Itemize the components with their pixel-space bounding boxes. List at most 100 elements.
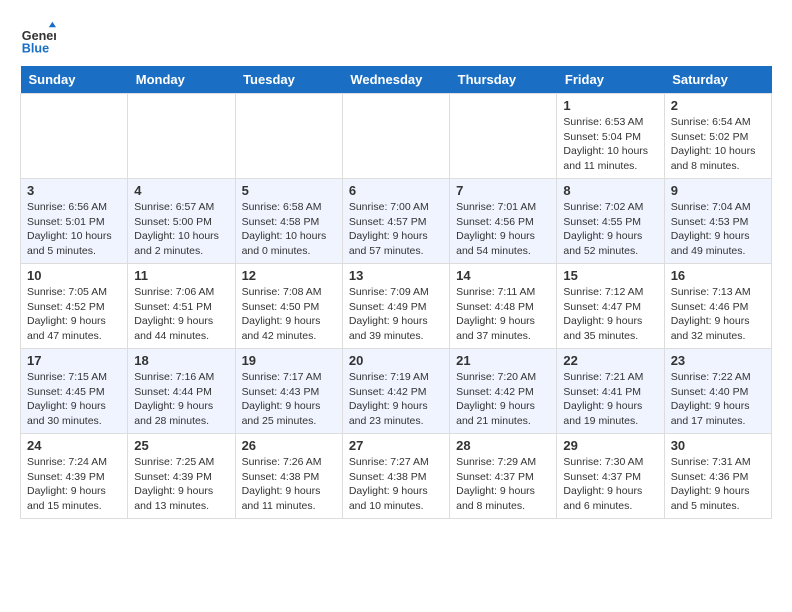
day-info: Sunrise: 7:29 AM Sunset: 4:37 PM Dayligh… <box>456 456 536 512</box>
day-number: 28 <box>456 438 550 453</box>
day-info: Sunrise: 7:02 AM Sunset: 4:55 PM Dayligh… <box>563 201 643 257</box>
page-header: General Blue <box>20 20 772 56</box>
day-cell: 14 Sunrise: 7:11 AM Sunset: 4:48 PM Dayli… <box>450 264 557 349</box>
day-info: Sunrise: 7:11 AM Sunset: 4:48 PM Dayligh… <box>456 286 535 342</box>
day-number: 25 <box>134 438 228 453</box>
day-cell: 15Sunrise: 7:12 AM Sunset: 4:47 PM Dayli… <box>557 264 664 349</box>
day-cell: 5Sunrise: 6:58 AM Sunset: 4:58 PM Daylig… <box>235 179 342 264</box>
day-info: Sunrise: 7:13 AM Sunset: 4:46 PM Dayligh… <box>671 286 751 342</box>
day-info: Sunrise: 6:53 AM Sunset: 5:04 PM Dayligh… <box>563 116 648 172</box>
day-number: 30 <box>671 438 765 453</box>
day-info: Sunrise: 7:06 AM Sunset: 4:51 PM Dayligh… <box>134 286 214 342</box>
column-header-wednesday: Wednesday <box>342 66 449 94</box>
svg-text:Blue: Blue <box>22 41 49 55</box>
day-number: 3 <box>27 183 121 198</box>
day-info: Sunrise: 7:30 AM Sunset: 4:37 PM Dayligh… <box>563 456 643 512</box>
day-cell: 29 Sunrise: 7:30 AM Sunset: 4:37 PM Dayli… <box>557 434 664 519</box>
day-cell <box>450 94 557 179</box>
day-cell: 3 Sunrise: 6:56 AM Sunset: 5:01 PM Daylig… <box>21 179 128 264</box>
week-row-4: 17 Sunrise: 7:15 AM Sunset: 4:45 PM Dayli… <box>21 349 772 434</box>
column-header-friday: Friday <box>557 66 664 94</box>
header-row: SundayMondayTuesdayWednesdayThursdayFrid… <box>21 66 772 94</box>
day-number: 29 <box>563 438 657 453</box>
day-number: 27 <box>349 438 443 453</box>
week-row-1: 1 Sunrise: 6:53 AM Sunset: 5:04 PM Daylig… <box>21 94 772 179</box>
day-info: Sunrise: 6:56 AM Sunset: 5:01 PM Dayligh… <box>27 201 112 257</box>
day-info: Sunrise: 7:25 AM Sunset: 4:39 PM Dayligh… <box>134 456 214 512</box>
day-cell: 16 Sunrise: 7:13 AM Sunset: 4:46 PM Dayli… <box>664 264 771 349</box>
day-number: 4 <box>134 183 228 198</box>
day-number: 7 <box>456 183 550 198</box>
day-cell: 7 Sunrise: 7:01 AM Sunset: 4:56 PM Daylig… <box>450 179 557 264</box>
day-cell: 6 Sunrise: 7:00 AM Sunset: 4:57 PM Daylig… <box>342 179 449 264</box>
day-cell <box>21 94 128 179</box>
day-info: Sunrise: 7:09 AM Sunset: 4:49 PM Dayligh… <box>349 286 429 342</box>
day-number: 9 <box>671 183 765 198</box>
day-cell: 13 Sunrise: 7:09 AM Sunset: 4:49 PM Dayli… <box>342 264 449 349</box>
day-info: Sunrise: 7:27 AM Sunset: 4:38 PM Dayligh… <box>349 456 429 512</box>
day-info: Sunrise: 7:22 AM Sunset: 4:40 PM Dayligh… <box>671 371 751 427</box>
day-number: 16 <box>671 268 765 283</box>
day-info: Sunrise: 7:20 AM Sunset: 4:42 PM Dayligh… <box>456 371 536 427</box>
day-cell: 27 Sunrise: 7:27 AM Sunset: 4:38 PM Dayli… <box>342 434 449 519</box>
day-info: Sunrise: 7:19 AM Sunset: 4:42 PM Dayligh… <box>349 371 429 427</box>
day-number: 21 <box>456 353 550 368</box>
day-cell: 24 Sunrise: 7:24 AM Sunset: 4:39 PM Dayli… <box>21 434 128 519</box>
day-number: 23 <box>671 353 765 368</box>
day-number: 13 <box>349 268 443 283</box>
day-number: 24 <box>27 438 121 453</box>
column-header-thursday: Thursday <box>450 66 557 94</box>
day-cell: 10Sunrise: 7:05 AM Sunset: 4:52 PM Dayli… <box>21 264 128 349</box>
day-info: Sunrise: 7:24 AM Sunset: 4:39 PM Dayligh… <box>27 456 107 512</box>
day-cell: 1 Sunrise: 6:53 AM Sunset: 5:04 PM Daylig… <box>557 94 664 179</box>
day-number: 5 <box>242 183 336 198</box>
day-cell: 20Sunrise: 7:19 AM Sunset: 4:42 PM Dayli… <box>342 349 449 434</box>
day-info: Sunrise: 7:04 AM Sunset: 4:53 PM Dayligh… <box>671 201 751 257</box>
day-cell: 25 Sunrise: 7:25 AM Sunset: 4:39 PM Dayli… <box>128 434 235 519</box>
logo-icon: General Blue <box>20 20 56 56</box>
day-info: Sunrise: 7:26 AM Sunset: 4:38 PM Dayligh… <box>242 456 322 512</box>
day-number: 12 <box>242 268 336 283</box>
day-cell: 18Sunrise: 7:16 AM Sunset: 4:44 PM Dayli… <box>128 349 235 434</box>
day-info: Sunrise: 7:31 AM Sunset: 4:36 PM Dayligh… <box>671 456 751 512</box>
day-info: Sunrise: 7:01 AM Sunset: 4:56 PM Dayligh… <box>456 201 536 257</box>
day-cell: 2Sunrise: 6:54 AM Sunset: 5:02 PM Daylig… <box>664 94 771 179</box>
calendar-table: SundayMondayTuesdayWednesdayThursdayFrid… <box>20 66 772 519</box>
day-info: Sunrise: 7:08 AM Sunset: 4:50 PM Dayligh… <box>242 286 322 342</box>
day-number: 18 <box>134 353 228 368</box>
day-info: Sunrise: 7:21 AM Sunset: 4:41 PM Dayligh… <box>563 371 643 427</box>
day-number: 11 <box>134 268 228 283</box>
day-cell: 21 Sunrise: 7:20 AM Sunset: 4:42 PM Dayli… <box>450 349 557 434</box>
day-cell: 9 Sunrise: 7:04 AM Sunset: 4:53 PM Daylig… <box>664 179 771 264</box>
day-info: Sunrise: 7:00 AM Sunset: 4:57 PM Dayligh… <box>349 201 429 257</box>
day-cell: 8Sunrise: 7:02 AM Sunset: 4:55 PM Daylig… <box>557 179 664 264</box>
day-number: 10 <box>27 268 121 283</box>
column-header-saturday: Saturday <box>664 66 771 94</box>
week-row-2: 3 Sunrise: 6:56 AM Sunset: 5:01 PM Daylig… <box>21 179 772 264</box>
day-cell: 30 Sunrise: 7:31 AM Sunset: 4:36 PM Dayli… <box>664 434 771 519</box>
day-cell: 22Sunrise: 7:21 AM Sunset: 4:41 PM Dayli… <box>557 349 664 434</box>
day-number: 6 <box>349 183 443 198</box>
day-number: 17 <box>27 353 121 368</box>
day-info: Sunrise: 6:54 AM Sunset: 5:02 PM Dayligh… <box>671 116 756 172</box>
week-row-5: 24 Sunrise: 7:24 AM Sunset: 4:39 PM Dayli… <box>21 434 772 519</box>
day-number: 1 <box>563 98 657 113</box>
day-cell: 4 Sunrise: 6:57 AM Sunset: 5:00 PM Daylig… <box>128 179 235 264</box>
day-number: 15 <box>563 268 657 283</box>
day-info: Sunrise: 7:15 AM Sunset: 4:45 PM Dayligh… <box>27 371 107 427</box>
day-cell: 28 Sunrise: 7:29 AM Sunset: 4:37 PM Dayli… <box>450 434 557 519</box>
week-row-3: 10Sunrise: 7:05 AM Sunset: 4:52 PM Dayli… <box>21 264 772 349</box>
column-header-monday: Monday <box>128 66 235 94</box>
day-cell <box>235 94 342 179</box>
day-cell: 12 Sunrise: 7:08 AM Sunset: 4:50 PM Dayli… <box>235 264 342 349</box>
day-number: 26 <box>242 438 336 453</box>
logo: General Blue <box>20 20 56 56</box>
day-cell: 26 Sunrise: 7:26 AM Sunset: 4:38 PM Dayli… <box>235 434 342 519</box>
day-number: 19 <box>242 353 336 368</box>
day-info: Sunrise: 6:57 AM Sunset: 5:00 PM Dayligh… <box>134 201 219 257</box>
day-info: Sunrise: 7:17 AM Sunset: 4:43 PM Dayligh… <box>242 371 322 427</box>
column-header-sunday: Sunday <box>21 66 128 94</box>
day-cell: 17 Sunrise: 7:15 AM Sunset: 4:45 PM Dayli… <box>21 349 128 434</box>
day-cell: 19 Sunrise: 7:17 AM Sunset: 4:43 PM Dayli… <box>235 349 342 434</box>
day-number: 14 <box>456 268 550 283</box>
